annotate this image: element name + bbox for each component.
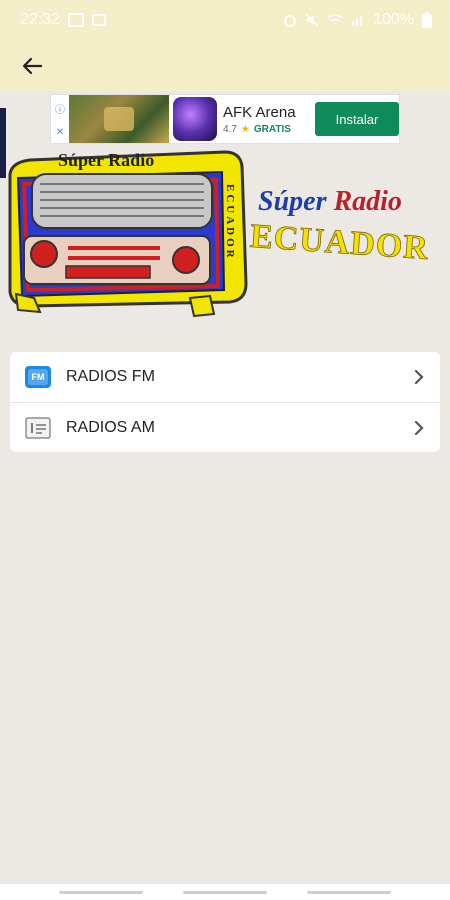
ad-title: AFK Arena bbox=[223, 103, 296, 121]
logo-title-top: Súper Radio bbox=[258, 186, 402, 218]
app-bar bbox=[0, 40, 450, 92]
arrow-left-icon bbox=[22, 57, 43, 75]
wifi-icon bbox=[327, 14, 343, 25]
star-icon: ★ bbox=[240, 123, 250, 135]
status-bar: 22:32 100% bbox=[0, 0, 450, 40]
nav-recents-button[interactable] bbox=[59, 890, 143, 894]
system-nav-bar bbox=[0, 884, 450, 900]
status-right: 100% bbox=[283, 11, 432, 29]
radio-logo-side-label: ECUADOR bbox=[224, 184, 236, 261]
nav-back-button[interactable] bbox=[307, 890, 391, 894]
back-button[interactable] bbox=[18, 52, 46, 80]
menu-card: FM RADIOS FM RADIOS AM bbox=[10, 352, 440, 452]
ad-info-controls: ⓘ ✕ bbox=[51, 95, 69, 143]
ad-info-icon[interactable]: ⓘ bbox=[55, 101, 65, 116]
ad-install-button[interactable]: Instalar bbox=[315, 102, 399, 136]
screen-icon bbox=[92, 14, 107, 26]
menu-item-radios-fm[interactable]: FM RADIOS FM bbox=[10, 352, 440, 402]
chevron-right-icon bbox=[412, 370, 426, 384]
ad-text: AFK Arena 4.7 ★ GRATIS bbox=[223, 104, 309, 135]
mute-icon bbox=[305, 13, 319, 27]
ad-close-icon[interactable]: ✕ bbox=[56, 127, 64, 138]
radio-logo-label: Súper Radio bbox=[58, 150, 154, 170]
fm-radio-icon: FM bbox=[24, 365, 52, 389]
image-icon bbox=[68, 13, 85, 27]
menu-item-label: RADIOS AM bbox=[66, 418, 155, 436]
status-time: 22:32 bbox=[20, 11, 61, 28]
battery-icon bbox=[422, 12, 432, 28]
logo-title-word-1: Súper bbox=[258, 186, 327, 217]
alarm-icon bbox=[284, 15, 297, 27]
radio-logo-icon: Súper Radio ECUADOR bbox=[8, 150, 248, 318]
status-left: 22:32 bbox=[20, 11, 107, 29]
signal-icon bbox=[352, 16, 363, 26]
ad-app-icon[interactable] bbox=[173, 97, 217, 141]
nav-home-button[interactable] bbox=[183, 890, 267, 894]
ad-price: GRATIS bbox=[253, 123, 291, 135]
ad-rating: 4.7 bbox=[223, 123, 237, 135]
svg-text:FM: FM bbox=[32, 372, 45, 382]
chevron-right-icon bbox=[412, 420, 426, 435]
menu-item-radios-am[interactable]: RADIOS AM bbox=[10, 402, 440, 452]
ad-image[interactable] bbox=[69, 95, 169, 143]
ad-subtitle: 4.7 ★ GRATIS bbox=[223, 124, 309, 135]
battery-percent: 100% bbox=[373, 11, 414, 28]
menu-item-label: RADIOS FM bbox=[66, 368, 155, 385]
logo-title-word-2: Radio bbox=[333, 186, 402, 217]
ad-banner[interactable]: ⓘ ✕ AFK Arena 4.7 ★ GRATIS Instalar bbox=[50, 94, 400, 144]
am-radio-icon bbox=[24, 416, 52, 440]
